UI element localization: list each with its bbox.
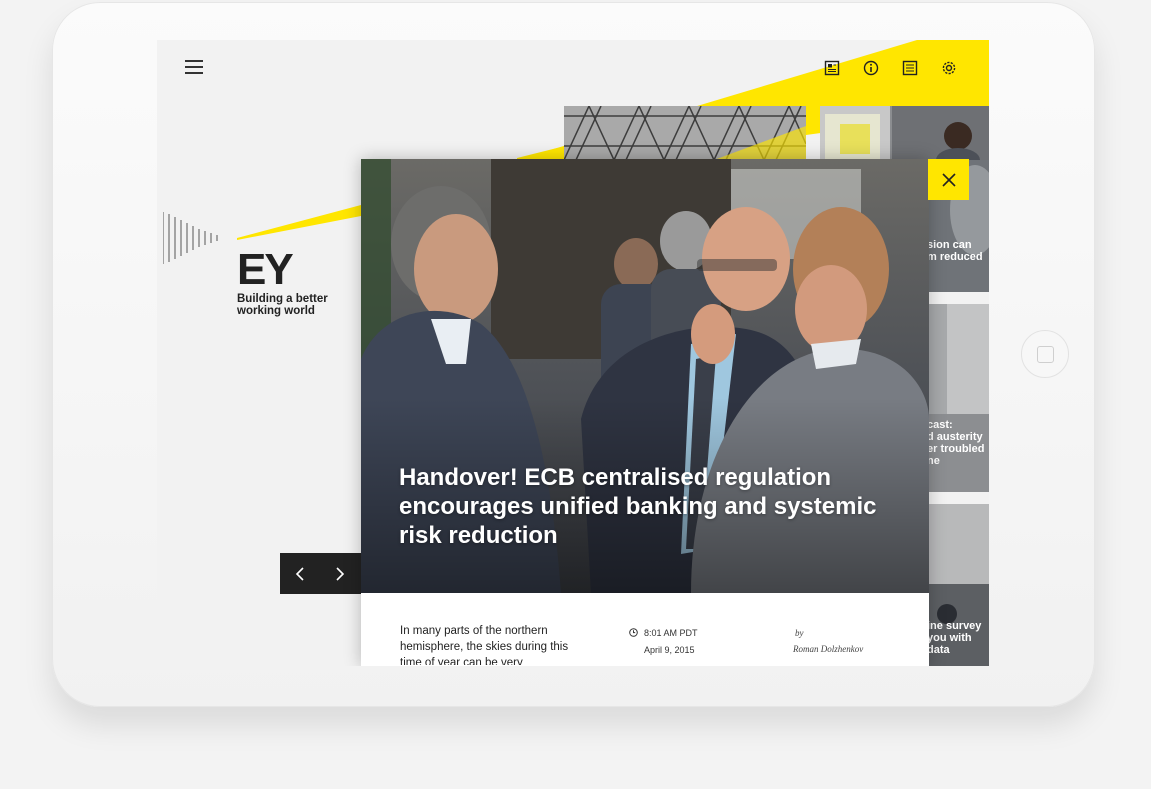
info-icon[interactable] <box>861 58 881 78</box>
article-lead: In many parts of the northern hemisphere… <box>400 625 569 665</box>
article-time: 8:01 AM PDT <box>644 628 698 638</box>
article-headline: Handover! ECB centralised regulation enc… <box>399 464 877 549</box>
side-card-2-text: cast: d austerity er troubled ne <box>927 419 989 467</box>
byline-label: by <box>795 628 804 638</box>
article-date: April 9, 2015 <box>644 644 695 655</box>
article-hero-image: Handover! ECB centralised regulation enc… <box>361 159 929 593</box>
side-card-2-line3: er troubled <box>927 443 985 455</box>
app-screen: sion can m reduced cast: d austerity er … <box>157 40 989 666</box>
side-card-1-text: sion can m reduced <box>927 239 989 263</box>
article-timestamp: 8:01 AM PDT April 9, 2015 <box>629 625 698 658</box>
carousel-nav <box>280 553 361 594</box>
side-card-3-line1: ine survey <box>927 620 982 632</box>
side-card-3-line3: data <box>927 644 950 656</box>
ey-logo-mark: EY <box>237 245 294 294</box>
top-toolbar <box>822 58 959 78</box>
article-author[interactable]: Roman Dolzhenkov <box>793 641 863 657</box>
background-tile-city <box>820 106 989 160</box>
close-icon[interactable] <box>928 159 969 200</box>
gear-icon[interactable] <box>939 58 959 78</box>
hamburger-icon[interactable] <box>185 60 203 74</box>
side-card-2-line2: d austerity <box>927 431 983 443</box>
clock-icon <box>629 626 638 642</box>
side-card-3-line2: you with <box>927 632 972 644</box>
list-icon[interactable] <box>900 58 920 78</box>
article-meta: In many parts of the northern hemisphere… <box>361 593 929 666</box>
article-byline: by Roman Dolzhenkov <box>793 625 863 657</box>
ey-tagline-line2: working world <box>237 305 315 317</box>
side-card-2-line1: cast: <box>927 419 953 431</box>
home-button[interactable] <box>1021 330 1069 378</box>
side-card-1-line1: sion can <box>927 239 972 251</box>
ey-tagline: Building a better working world <box>237 293 328 317</box>
side-card-1-line2: m reduced <box>927 251 983 263</box>
ey-beam-lines <box>163 212 218 264</box>
side-card-2-line4: ne <box>927 455 940 467</box>
ey-tagline-line1: Building a better <box>237 293 328 305</box>
article-modal: Handover! ECB centralised regulation enc… <box>361 159 929 666</box>
ey-logo[interactable]: EY Building a better working world <box>237 245 328 318</box>
chevron-left-icon[interactable] <box>280 553 320 594</box>
article-icon[interactable] <box>822 58 842 78</box>
chevron-right-icon[interactable] <box>320 553 360 594</box>
side-card-3-text: ine survey you with data <box>927 620 989 656</box>
background-tile-architecture <box>564 106 806 160</box>
